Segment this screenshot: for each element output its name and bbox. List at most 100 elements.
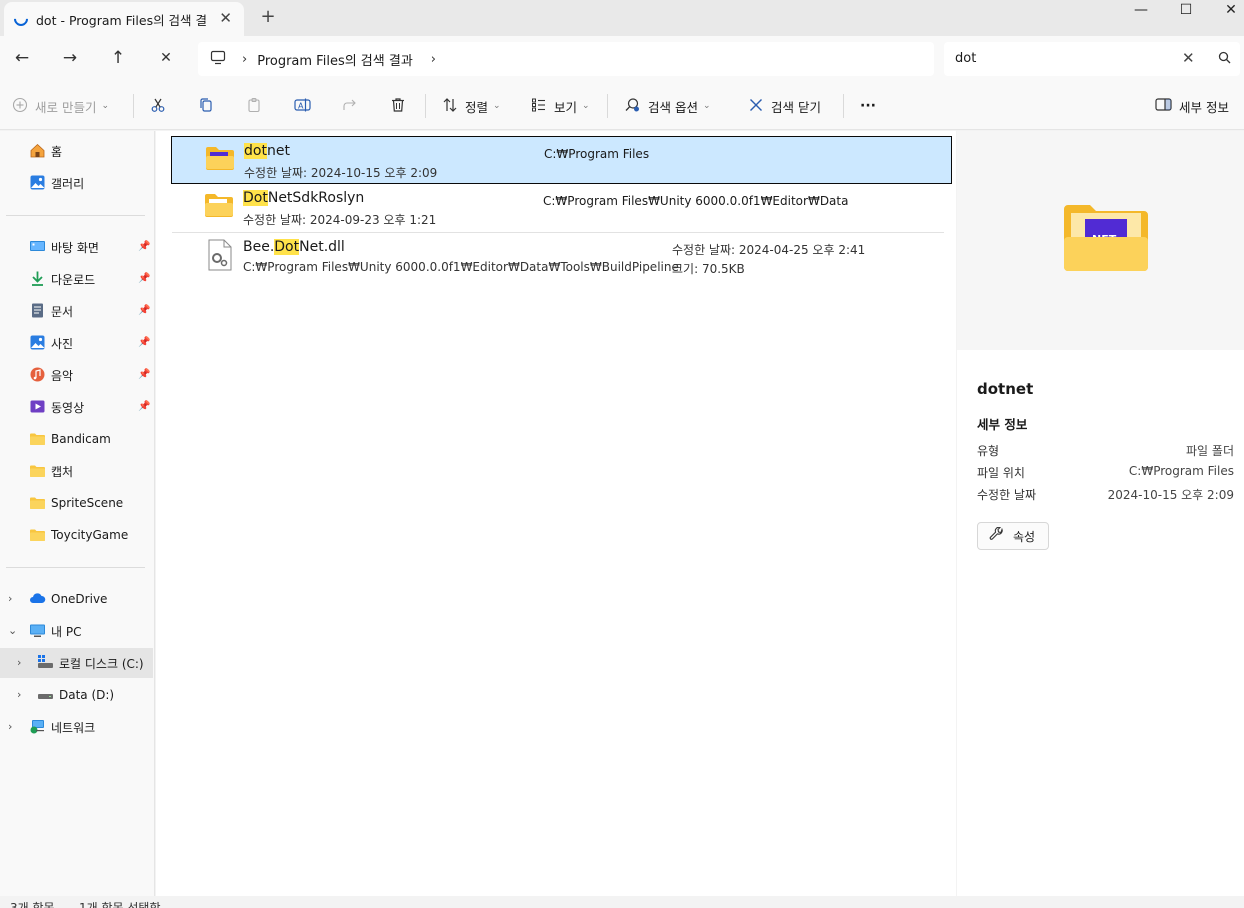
paste-button[interactable] bbox=[246, 94, 262, 118]
sidebar-item-pictures[interactable]: 사진 📌 bbox=[0, 328, 153, 358]
detail-key-modified: 수정한 날짜 bbox=[977, 488, 1037, 502]
properties-button[interactable]: 속성 bbox=[977, 522, 1049, 550]
cut-button[interactable] bbox=[150, 94, 166, 118]
status-item-count: 3개 항목 bbox=[10, 901, 55, 908]
sidebar-item-label: 내 PC bbox=[51, 624, 82, 639]
pin-icon[interactable]: 📌 bbox=[138, 337, 150, 348]
detail-value-location: C:₩Program Files bbox=[1128, 464, 1234, 478]
pin-icon[interactable]: 📌 bbox=[138, 273, 150, 284]
details-section-heading: 세부 정보 bbox=[977, 417, 1028, 432]
file-name[interactable]: dotnet bbox=[244, 143, 290, 159]
sort-button[interactable]: 정렬 ⌄ bbox=[442, 94, 501, 118]
close-window-button[interactable]: ✕ bbox=[1208, 0, 1244, 22]
back-button[interactable]: ← bbox=[10, 47, 34, 71]
details-pane-button[interactable]: 세부 정보 bbox=[1155, 94, 1229, 118]
breadcrumb-separator[interactable]: › bbox=[242, 52, 247, 67]
delete-button[interactable] bbox=[390, 94, 406, 118]
sidebar-item-this-pc[interactable]: ⌄ 내 PC bbox=[0, 616, 153, 646]
rename-icon: A bbox=[294, 97, 311, 116]
breadcrumb-location[interactable]: Program Files의 검색 결과 bbox=[257, 50, 413, 69]
chevron-right-icon[interactable]: › bbox=[17, 688, 21, 701]
chevron-right-icon[interactable]: › bbox=[8, 720, 12, 733]
list-item[interactable]: Bee.DotNet.dll C:₩Program Files₩Unity 60… bbox=[171, 233, 952, 281]
new-button[interactable]: 새로 만들기 ⌄ bbox=[12, 94, 109, 118]
monitor-icon[interactable] bbox=[198, 50, 238, 68]
pin-icon[interactable]: 📌 bbox=[138, 305, 150, 316]
folder-icon bbox=[29, 430, 46, 447]
pin-icon[interactable]: 📌 bbox=[138, 369, 150, 380]
sidebar-item-drive-d[interactable]: › Data (D:) bbox=[0, 680, 153, 710]
status-selected-count: 1개 항목 선택함 bbox=[79, 901, 161, 908]
forward-button[interactable]: → bbox=[58, 47, 82, 71]
chevron-down-icon[interactable]: ⌄ bbox=[8, 624, 17, 637]
more-options-button[interactable]: ··· bbox=[860, 94, 876, 118]
breadcrumb[interactable]: › Program Files의 검색 결과 › bbox=[198, 42, 934, 76]
chevron-down-icon: ⌄ bbox=[493, 101, 501, 111]
details-title: dotnet bbox=[977, 380, 1034, 398]
copy-button[interactable] bbox=[198, 94, 214, 118]
file-name[interactable]: Bee.DotNet.dll bbox=[243, 239, 345, 255]
new-tab-button[interactable]: + bbox=[258, 6, 278, 27]
list-item[interactable]: DotNetSdkRoslyn 수정한 날짜: 2024-09-23 오후 1:… bbox=[171, 184, 952, 232]
sidebar-item-spritescene[interactable]: SpriteScene bbox=[0, 488, 153, 518]
share-button[interactable] bbox=[342, 94, 358, 118]
sidebar-item-capture[interactable]: 캡처 bbox=[0, 456, 153, 486]
detail-value-type: 파일 폴더 bbox=[1186, 444, 1234, 458]
sidebar-item-label: 홈 bbox=[51, 144, 63, 159]
list-view-icon bbox=[531, 97, 547, 116]
dll-file-icon bbox=[207, 239, 233, 274]
sidebar-item-downloads[interactable]: 다운로드 📌 bbox=[0, 264, 153, 294]
search-input[interactable]: dot bbox=[955, 51, 976, 66]
list-item[interactable]: dotnet 수정한 날짜: 2024-10-15 오후 2:09 C:₩Pro… bbox=[171, 136, 952, 184]
sidebar-item-bandicam[interactable]: Bandicam bbox=[0, 424, 153, 454]
file-modified: 수정한 날짜: 2024-10-15 오후 2:09 bbox=[244, 166, 438, 180]
tab-search-results[interactable]: dot - Program Files의 검색 결 ✕ bbox=[4, 2, 244, 36]
sidebar-item-drive-c[interactable]: › 로컬 디스크 (C:) bbox=[0, 648, 153, 678]
chevron-right-icon[interactable]: › bbox=[17, 656, 21, 669]
windows-drive-icon bbox=[37, 654, 54, 671]
stop-button[interactable]: ✕ bbox=[154, 47, 178, 71]
search-clear-icon[interactable]: ✕ bbox=[1182, 49, 1195, 67]
sidebar-item-music[interactable]: 음악 📌 bbox=[0, 360, 153, 390]
sidebar-item-home[interactable]: 홈 bbox=[0, 136, 153, 166]
maximize-button[interactable]: ☐ bbox=[1163, 0, 1209, 22]
chevron-down-icon: ⌄ bbox=[702, 101, 711, 111]
sidebar-item-toycitygame[interactable]: ToycityGame bbox=[0, 520, 153, 550]
minimize-button[interactable]: — bbox=[1118, 0, 1164, 22]
sidebar-item-onedrive[interactable]: › OneDrive bbox=[0, 584, 153, 614]
sidebar-item-videos[interactable]: 동영상 📌 bbox=[0, 392, 153, 422]
sort-button-label: 정렬 bbox=[465, 99, 489, 115]
up-button[interactable]: ↑ bbox=[106, 47, 130, 71]
plus-circle-icon bbox=[12, 97, 28, 116]
close-search-button[interactable]: 검색 닫기 bbox=[748, 94, 821, 118]
view-button[interactable]: 보기 ⌄ bbox=[531, 94, 590, 118]
sidebar-item-label: 캡처 bbox=[51, 464, 74, 479]
properties-button-label: 속성 bbox=[1013, 529, 1036, 544]
sidebar-item-label: 바탕 화면 bbox=[51, 240, 99, 255]
tab-title: dot - Program Files의 검색 결 bbox=[36, 12, 208, 28]
tab-close-icon[interactable]: ✕ bbox=[219, 9, 232, 27]
pin-icon[interactable]: 📌 bbox=[138, 241, 150, 252]
breadcrumb-separator[interactable]: › bbox=[431, 52, 436, 67]
sidebar-item-documents[interactable]: 문서 📌 bbox=[0, 296, 153, 326]
new-button-label: 새로 만들기 bbox=[35, 99, 97, 115]
search-options-button[interactable]: 검색 옵션 ⌄ bbox=[624, 94, 711, 118]
sidebar-item-label: 사진 bbox=[51, 336, 74, 351]
search-box[interactable]: dot ✕ bbox=[944, 42, 1240, 76]
trash-icon bbox=[390, 97, 406, 116]
sidebar-item-label: Data (D:) bbox=[59, 688, 115, 702]
file-name[interactable]: DotNetSdkRoslyn bbox=[243, 190, 364, 206]
chevron-right-icon[interactable]: › bbox=[8, 592, 12, 605]
folder-icon bbox=[29, 526, 46, 543]
sidebar-item-gallery[interactable]: 갤러리 bbox=[0, 168, 153, 198]
drive-icon bbox=[37, 686, 54, 703]
sidebar-item-desktop[interactable]: 바탕 화면 📌 bbox=[0, 232, 153, 262]
pin-icon[interactable]: 📌 bbox=[138, 401, 150, 412]
search-options-icon bbox=[624, 97, 641, 116]
search-icon[interactable] bbox=[1218, 51, 1231, 67]
rename-button[interactable]: A bbox=[294, 94, 311, 118]
sidebar-item-label: 음악 bbox=[51, 368, 74, 383]
sidebar-item-label: Bandicam bbox=[51, 432, 111, 446]
home-icon bbox=[29, 142, 46, 159]
sidebar-item-network[interactable]: › 네트워크 bbox=[0, 712, 153, 742]
